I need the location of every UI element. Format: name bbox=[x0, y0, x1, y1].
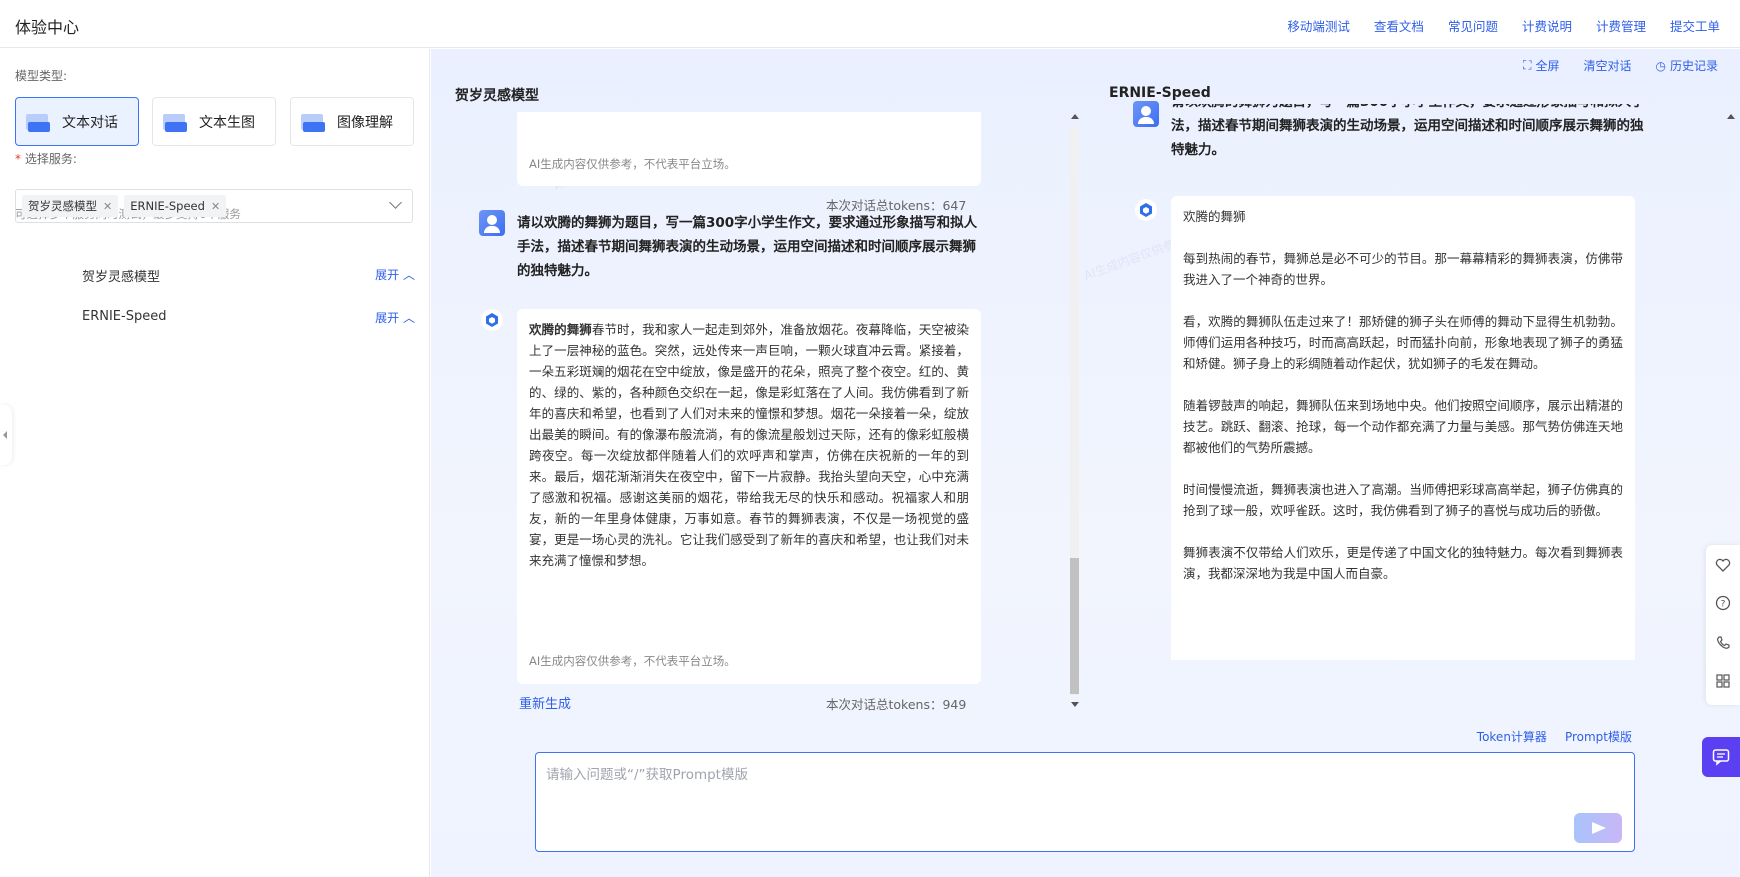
history-icon: ◷ bbox=[1655, 58, 1666, 73]
service-tag-label: ERNIE-Speed bbox=[130, 199, 205, 213]
answer-body: 春节时，我和家人一起走到郊外，准备放烟花。夜幕降临，天空被染上了一层神秘的蓝色。… bbox=[529, 322, 969, 568]
bot-avatar-icon bbox=[481, 309, 503, 331]
answer-paragraph: 随着锣鼓声的响起，舞狮队伍来到场地中央。他们按照空间顺序，展示出精湛的技艺。跳跃… bbox=[1183, 398, 1623, 455]
scroll-down-icon[interactable] bbox=[1070, 700, 1079, 709]
user-question: 请以欢腾的舞狮为题目，写一篇300字小学生作文，要求通过形象描写和拟人手法，描述… bbox=[1171, 104, 1645, 158]
heart-icon[interactable] bbox=[1715, 557, 1731, 573]
fullscreen-button[interactable]: ⛶ 全屏 bbox=[1523, 57, 1559, 74]
user-question: 请以欢腾的舞狮为题目，写一篇300字小学生作文，要求通过形象描写和拟人手法，描述… bbox=[517, 215, 978, 279]
nav-billing-info[interactable]: 计费说明 bbox=[1522, 16, 1572, 35]
expand-button[interactable]: 展开 ︿ bbox=[375, 309, 415, 326]
required-mark: * bbox=[15, 152, 21, 166]
answer-card: 欢腾的舞狮 每到热闹的春节，舞狮总是必不可少的节目。那一幕幕精彩的舞狮表演，仿佛… bbox=[1171, 196, 1635, 660]
nav-faq[interactable]: 常见问题 bbox=[1448, 16, 1498, 35]
input-helper-links: Token计算器 Prompt模版 bbox=[1477, 728, 1632, 745]
answer-paragraph: 时间慢慢流逝，舞狮表演也进入了高潮。当师傅把彩球高高举起，狮子仿佛真的抢到了球一… bbox=[1183, 482, 1623, 518]
answer-paragraph: 欢腾的舞狮 bbox=[1183, 209, 1246, 224]
answer-paragraph: 每到热闹的春节，舞狮总是必不可少的节目。那一幕幕精彩的舞狮表演，仿佛带我进入了一… bbox=[1183, 251, 1623, 287]
close-icon[interactable]: ✕ bbox=[103, 200, 112, 213]
fullscreen-label: 全屏 bbox=[1535, 59, 1560, 73]
scroll-up-icon[interactable] bbox=[1070, 112, 1079, 121]
answer-paragraph: 看，欢腾的舞狮队伍走过来了！那矫健的狮子头在师傅的舞动下显得生机勃勃。师傅们运用… bbox=[1183, 314, 1623, 371]
chevron-up-icon: ︿ bbox=[402, 268, 415, 282]
chat-support-button[interactable] bbox=[1702, 737, 1740, 777]
send-button[interactable] bbox=[1574, 813, 1622, 843]
chat-toolbar: ⛶ 全屏 清空对话 ◷ 历史记录 bbox=[1523, 57, 1718, 74]
fullscreen-icon: ⛶ bbox=[1523, 58, 1532, 72]
type-image-understand-button[interactable]: 图像理解 bbox=[290, 97, 414, 146]
type-text-chat-button[interactable]: 文本对话 bbox=[15, 97, 139, 146]
service-name: ERNIE-Speed bbox=[82, 309, 167, 324]
clear-chat-label: 清空对话 bbox=[1583, 59, 1632, 73]
chevron-down-icon[interactable] bbox=[389, 196, 402, 209]
service-label: * 选择服务: bbox=[15, 150, 77, 167]
type-text-chat-label: 文本对话 bbox=[62, 114, 118, 131]
prompt-template-link[interactable]: Prompt模版 bbox=[1565, 728, 1632, 745]
service-tag: 贺岁灵感模型 ✕ bbox=[22, 195, 119, 217]
service-row: 贺岁灵感模型 展开 ︿ bbox=[0, 262, 430, 288]
service-row: ERNIE-Speed 展开 ︿ bbox=[0, 305, 430, 331]
disclaimer-text: AI生成内容仅供参考，不代表平台立场。 bbox=[529, 157, 736, 171]
scroll-thumb[interactable] bbox=[1070, 558, 1079, 694]
answer-title: 欢腾的舞狮 bbox=[529, 322, 592, 337]
model-type-label: 模型类型: bbox=[15, 69, 68, 83]
type-text-to-image-button[interactable]: 文本生图 bbox=[152, 97, 276, 146]
left-scrollbar[interactable] bbox=[1067, 112, 1081, 709]
image-understand-icon bbox=[301, 110, 327, 134]
answer-text: 欢腾的舞狮 每到热闹的春节，舞狮总是必不可少的节目。那一幕幕精彩的舞狮表演，仿佛… bbox=[1183, 206, 1623, 605]
message-icon bbox=[1712, 749, 1730, 766]
top-nav: 移动端测试 查看文档 常见问题 计费说明 计费管理 提交工单 bbox=[1287, 16, 1720, 35]
nav-mobile-test[interactable]: 移动端测试 bbox=[1287, 16, 1350, 35]
svg-text:?: ? bbox=[1721, 600, 1726, 610]
nav-billing-manage[interactable]: 计费管理 bbox=[1596, 16, 1646, 35]
close-icon[interactable]: ✕ bbox=[211, 200, 220, 213]
history-label: 历史记录 bbox=[1669, 59, 1718, 73]
phone-icon[interactable] bbox=[1715, 635, 1731, 651]
service-select[interactable]: 贺岁灵感模型 ✕ ERNIE-Speed ✕ bbox=[15, 189, 413, 223]
answer-card: 欢腾的舞狮春节时，我和家人一起走到郊外，准备放烟花。夜幕降临，天空被染上了一层神… bbox=[517, 309, 981, 684]
service-tag-label: 贺岁灵感模型 bbox=[28, 199, 97, 213]
right-column-title: ERNIE-Speed bbox=[1109, 85, 1211, 101]
history-button[interactable]: ◷ 历史记录 bbox=[1656, 57, 1719, 74]
top-bar: 体验中心 移动端测试 查看文档 常见问题 计费说明 计费管理 提交工单 bbox=[0, 0, 1740, 48]
right-dock: ? bbox=[1706, 545, 1740, 705]
user-avatar bbox=[479, 210, 505, 236]
chevron-up-icon: ︿ bbox=[402, 311, 415, 325]
scroll-up-icon[interactable] bbox=[1726, 112, 1735, 121]
answer-text: 欢腾的舞狮春节时，我和家人一起走到郊外，准备放烟花。夜幕降临，天空被染上了一层神… bbox=[529, 319, 969, 571]
collapse-sidebar-handle[interactable] bbox=[0, 405, 12, 465]
regenerate-button[interactable]: 重新生成 bbox=[519, 693, 571, 712]
left-column-title: 贺岁灵感模型 bbox=[455, 88, 539, 104]
chevron-left-icon bbox=[3, 431, 7, 439]
type-text-to-image-label: 文本生图 bbox=[199, 114, 255, 131]
bot-avatar-icon bbox=[1135, 199, 1157, 221]
service-name: 贺岁灵感模型 bbox=[82, 270, 161, 285]
chat-input[interactable] bbox=[546, 763, 1606, 833]
token-count: 本次对话总tokens：949 bbox=[826, 697, 967, 712]
clear-chat-button[interactable]: 清空对话 bbox=[1583, 57, 1631, 74]
type-image-understand-label: 图像理解 bbox=[337, 114, 393, 131]
page-title: 体验中心 bbox=[15, 18, 80, 37]
disclaimer-text: AI生成内容仅供参考，不代表平台立场。 bbox=[529, 654, 736, 668]
expand-label: 展开 bbox=[375, 311, 400, 325]
expand-label: 展开 bbox=[375, 268, 400, 282]
expand-button[interactable]: 展开 ︿ bbox=[375, 266, 415, 283]
chat-input-box bbox=[535, 752, 1635, 852]
token-calculator-link[interactable]: Token计算器 bbox=[1477, 728, 1547, 745]
grid-icon[interactable] bbox=[1715, 673, 1731, 689]
left-panel: 模型类型: * 选择服务: 可选择多个服务同时测试，最多支持6个服务 bbox=[0, 49, 430, 877]
service-label-text: 选择服务: bbox=[24, 152, 77, 166]
image-gen-icon bbox=[163, 110, 189, 134]
answer-paragraph: 舞狮表演不仅带给人们欢乐，更是传递了中国文化的独特魅力。每次看到舞狮表演，我都深… bbox=[1183, 545, 1623, 581]
answer-card-previous: AI生成内容仅供参考，不代表平台立场。 bbox=[517, 112, 981, 186]
user-avatar bbox=[1133, 101, 1159, 127]
nav-docs[interactable]: 查看文档 bbox=[1374, 16, 1424, 35]
nav-submit-ticket[interactable]: 提交工单 bbox=[1670, 16, 1720, 35]
service-tag: ERNIE-Speed ✕ bbox=[124, 195, 227, 217]
chat-icon bbox=[26, 110, 52, 134]
help-icon[interactable]: ? bbox=[1715, 595, 1731, 611]
